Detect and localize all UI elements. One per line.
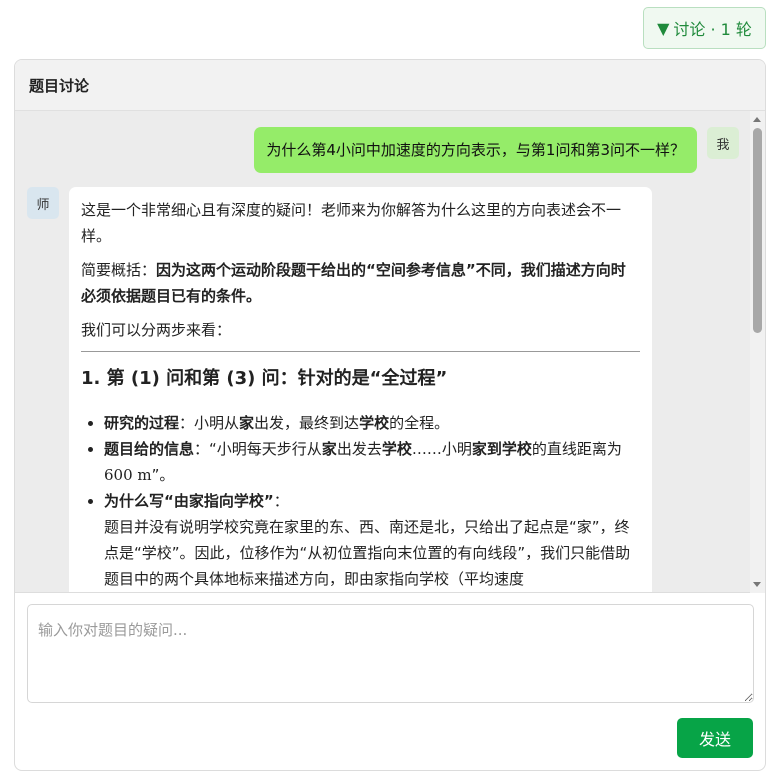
question-input[interactable] xyxy=(27,604,754,703)
bullet-list: 研究的过程：小明从家出发，最终到达学校的全程。 题目给的信息：“小明每天步行从家… xyxy=(81,410,640,592)
message-list[interactable]: 为什么第4小问中加速度的方向表示，与第1问和第3问不一样？ 我 师 这是一个非常… xyxy=(15,111,765,593)
user-avatar: 我 xyxy=(707,127,739,159)
discussion-panel: 题目讨论 为什么第4小问中加速度的方向表示，与第1问和第3问不一样？ 我 师 这… xyxy=(14,59,766,771)
teacher-message: 师 这是一个非常细心且有深度的疑问！老师来为你解答为什么这里的方向表述会不一样。… xyxy=(27,187,652,592)
triangle-down-icon: ▼ xyxy=(657,18,670,38)
send-button[interactable]: 发送 xyxy=(677,718,753,758)
user-bubble: 为什么第4小问中加速度的方向表示，与第1问和第3问不一样？ xyxy=(254,127,697,173)
summary-text: 简要概括：因为这两个运动阶段题干给出的“空间参考信息”不同，我们描述方向时必须依… xyxy=(81,261,626,305)
divider xyxy=(81,351,640,352)
list-item: 研究的过程：小明从家出发，最终到达学校的全程。 xyxy=(104,410,640,436)
list-item: 题目给的信息：“小明每天步行从家出发去学校……小明家到学校的直线距离为 600 … xyxy=(104,436,640,488)
list-item: 为什么写“由家指向学校”：题目并没有说明学校究竟在家里的东、西、南还是北，只给出… xyxy=(104,488,640,592)
section-heading: 1. 第 (1) 问和第 (3) 问：针对的是“全过程” xyxy=(81,368,448,389)
toggle-label: 讨论 · 1 轮 xyxy=(673,20,752,39)
discussion-toggle-button[interactable]: ▼ 讨论 · 1 轮 xyxy=(643,7,766,49)
intro-text: 这是一个非常细心且有深度的疑问！老师来为你解答为什么这里的方向表述会不一样。 xyxy=(81,201,622,245)
panel-title: 题目讨论 xyxy=(15,60,765,111)
scroll-down-arrow-icon[interactable] xyxy=(753,582,761,587)
user-message: 为什么第4小问中加速度的方向表示，与第1问和第3问不一样？ 我 xyxy=(254,127,739,173)
teacher-bubble: 这是一个非常细心且有深度的疑问！老师来为你解答为什么这里的方向表述会不一样。 简… xyxy=(69,187,652,592)
teacher-avatar: 师 xyxy=(27,187,59,219)
scroll-thumb[interactable] xyxy=(753,128,762,333)
message-scrollbar[interactable] xyxy=(750,111,765,593)
scroll-up-arrow-icon[interactable] xyxy=(753,117,761,122)
steps-intro: 我们可以分两步来看： xyxy=(81,321,232,339)
